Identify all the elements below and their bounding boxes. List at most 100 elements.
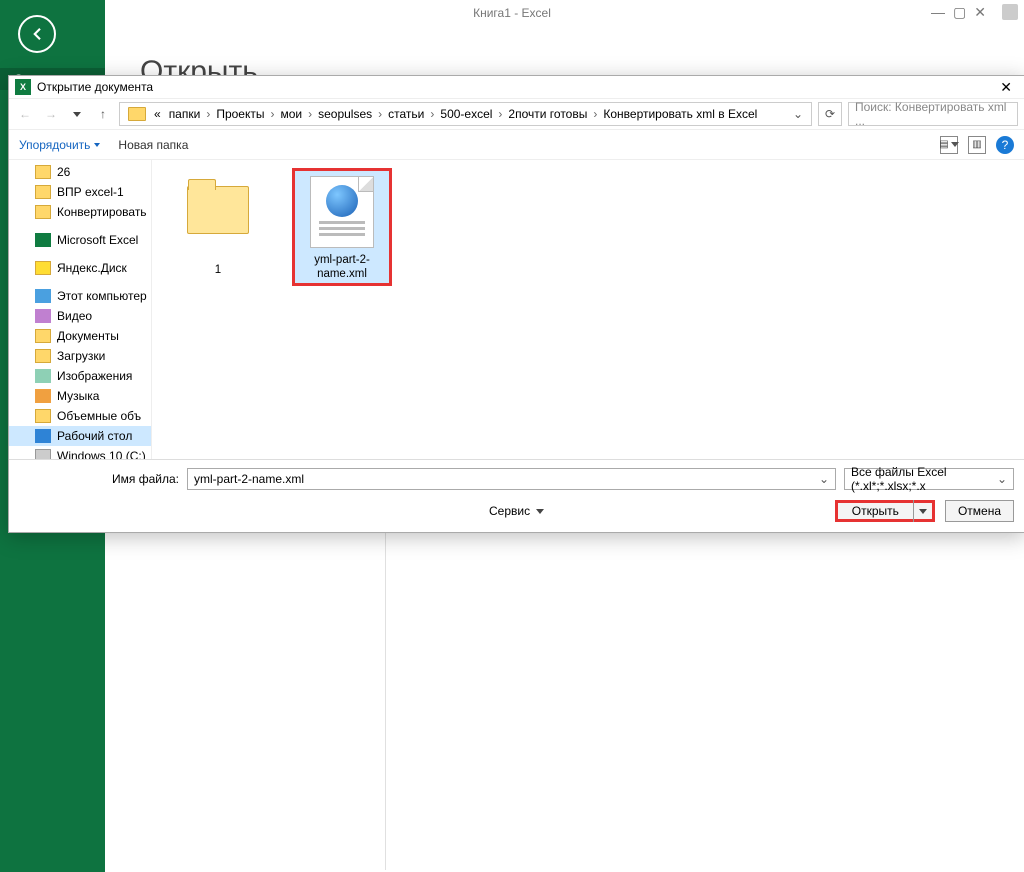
arrow-left-icon	[28, 25, 46, 43]
nav-recent-button[interactable]	[67, 104, 87, 124]
filename-input[interactable]: yml-part-2-name.xml ⌄	[187, 468, 836, 490]
folder-icon	[35, 165, 51, 179]
open-split-dropdown[interactable]	[914, 500, 932, 522]
excel-app-icon: X	[15, 79, 31, 95]
panel-separator	[385, 530, 386, 870]
filetype-dropdown-icon[interactable]: ⌄	[997, 472, 1007, 486]
tree-item[interactable]: Microsoft Excel	[9, 230, 151, 250]
minimize-icon[interactable]: —	[931, 4, 945, 21]
tree-item-label: Объемные объ	[57, 409, 141, 423]
desktop-icon	[35, 429, 51, 443]
file-item[interactable]: yml-part-2-name.xml	[292, 168, 392, 286]
breadcrumb-item[interactable]: 2почти готовы	[504, 107, 591, 121]
refresh-button[interactable]: ⟳	[818, 102, 842, 126]
back-button[interactable]	[18, 15, 56, 53]
folder-tree[interactable]: 26 ВПР excel-1 Конвертировать Microsoft Exc…	[9, 160, 152, 459]
close-excel-icon[interactable]: ✕	[974, 4, 986, 21]
search-placeholder: Поиск: Конвертировать xml ...	[855, 100, 1011, 128]
view-options-button[interactable]: ▤	[940, 136, 958, 154]
folder-icon	[35, 409, 51, 423]
dialog-toolbar: Упорядочить Новая папка ▤ ▥ ?	[9, 130, 1024, 160]
filename-dropdown-icon[interactable]: ⌄	[819, 472, 829, 486]
breadcrumb-item[interactable]: 500-excel	[436, 107, 496, 121]
tree-item-label: 26	[57, 165, 70, 179]
disk-icon	[35, 449, 51, 459]
breadcrumb-dropdown-icon[interactable]: ⌄	[793, 107, 807, 121]
tree-item-label: ВПР excel-1	[57, 185, 124, 199]
folder-icon	[35, 349, 51, 363]
tree-item-label: Яндекс.Диск	[57, 261, 127, 275]
excel-doc-title: Книга1 - Excel	[473, 6, 551, 20]
tree-item[interactable]: ВПР excel-1	[9, 182, 151, 202]
tree-item-label: Видео	[57, 309, 92, 323]
tree-item-label: Рабочий стол	[57, 429, 132, 443]
breadcrumb-item[interactable]: Конвертировать xml в Excel	[599, 107, 761, 121]
dialog-footer: Имя файла: yml-part-2-name.xml ⌄ Все фай…	[9, 459, 1024, 532]
breadcrumb-item[interactable]: мои	[276, 107, 306, 121]
excel-icon	[35, 233, 51, 247]
folder-icon	[187, 186, 249, 234]
tree-item-label: Документы	[57, 329, 119, 343]
file-open-dialog: X Открытие документа ✕ ← → ↑ « папки› Пр…	[8, 75, 1024, 533]
breadcrumb-path[interactable]: « папки› Проекты› мои› seopulses› статьи…	[119, 102, 812, 126]
tree-item[interactable]: Этот компьютер	[9, 286, 151, 306]
breadcrumb-item[interactable]: папки	[165, 107, 205, 121]
file-name-label: yml-part-2-name.xml	[296, 254, 388, 282]
help-button[interactable]: ?	[996, 136, 1014, 154]
folder-icon	[35, 205, 51, 219]
tree-item[interactable]: Видео	[9, 306, 151, 326]
folder-icon	[35, 329, 51, 343]
close-dialog-button[interactable]: ✕	[994, 79, 1018, 96]
tree-item-label: Изображения	[57, 369, 132, 383]
tree-item[interactable]: 26	[9, 162, 151, 182]
breadcrumb-prefix: «	[150, 107, 165, 121]
folder-icon	[128, 107, 146, 121]
nav-up-button[interactable]: ↑	[93, 104, 113, 124]
file-name-label: 1	[172, 264, 264, 278]
organize-button[interactable]: Упорядочить	[19, 138, 100, 152]
tree-item[interactable]: Документы	[9, 326, 151, 346]
tree-item[interactable]: Windows 10 (C:)	[9, 446, 151, 459]
user-avatar-icon[interactable]	[1002, 4, 1018, 20]
tree-item-label: Музыка	[57, 389, 99, 403]
tree-item[interactable]: Яндекс.Диск	[9, 258, 151, 278]
nav-forward-button[interactable]: →	[41, 104, 61, 124]
tree-item[interactable]: Загрузки	[9, 346, 151, 366]
tree-item-label: Этот компьютер	[57, 289, 147, 303]
pic-icon	[35, 369, 51, 383]
music-icon	[35, 389, 51, 403]
tree-item[interactable]: Конвертировать	[9, 202, 151, 222]
video-icon	[35, 309, 51, 323]
tree-item-label: Windows 10 (C:)	[57, 449, 146, 459]
file-list[interactable]: 1 yml-part-2-name.xml	[152, 160, 1024, 459]
tree-item[interactable]: Музыка	[9, 386, 151, 406]
breadcrumb-item[interactable]: seopulses	[314, 107, 376, 121]
tree-item[interactable]: Рабочий стол	[9, 426, 151, 446]
chevron-down-icon	[94, 143, 100, 147]
filename-label: Имя файла:	[19, 472, 179, 486]
tree-item[interactable]: Изображения	[9, 366, 151, 386]
new-folder-button[interactable]: Новая папка	[118, 138, 188, 152]
tree-item[interactable]: Объемные объ	[9, 406, 151, 426]
chevron-down-icon	[536, 509, 544, 514]
file-item[interactable]: 1	[168, 168, 268, 282]
cancel-button[interactable]: Отмена	[945, 500, 1014, 522]
filetype-select[interactable]: Все файлы Excel (*.xl*;*.xlsx;*.x ⌄	[844, 468, 1014, 490]
tree-item-label: Microsoft Excel	[57, 233, 138, 247]
open-button[interactable]: Открыть	[835, 500, 935, 522]
excel-title-bar: Книга1 - Excel — ▢ ✕	[0, 0, 1024, 25]
tree-item-label: Конвертировать	[57, 205, 147, 219]
service-dropdown[interactable]: Сервис	[489, 504, 544, 518]
preview-pane-button[interactable]: ▥	[968, 136, 986, 154]
pc-icon	[35, 289, 51, 303]
breadcrumb-item[interactable]: Проекты	[212, 107, 268, 121]
search-input[interactable]: Поиск: Конвертировать xml ...	[848, 102, 1018, 126]
dialog-title: Открытие документа	[37, 80, 153, 94]
dialog-nav-bar: ← → ↑ « папки› Проекты› мои› seopulses› …	[9, 98, 1024, 130]
xml-file-icon	[310, 176, 374, 248]
filename-value: yml-part-2-name.xml	[194, 472, 304, 486]
nav-back-button[interactable]: ←	[15, 104, 35, 124]
cloud-icon	[35, 261, 51, 275]
breadcrumb-item[interactable]: статьи	[384, 107, 428, 121]
restore-icon[interactable]: ▢	[953, 4, 966, 21]
